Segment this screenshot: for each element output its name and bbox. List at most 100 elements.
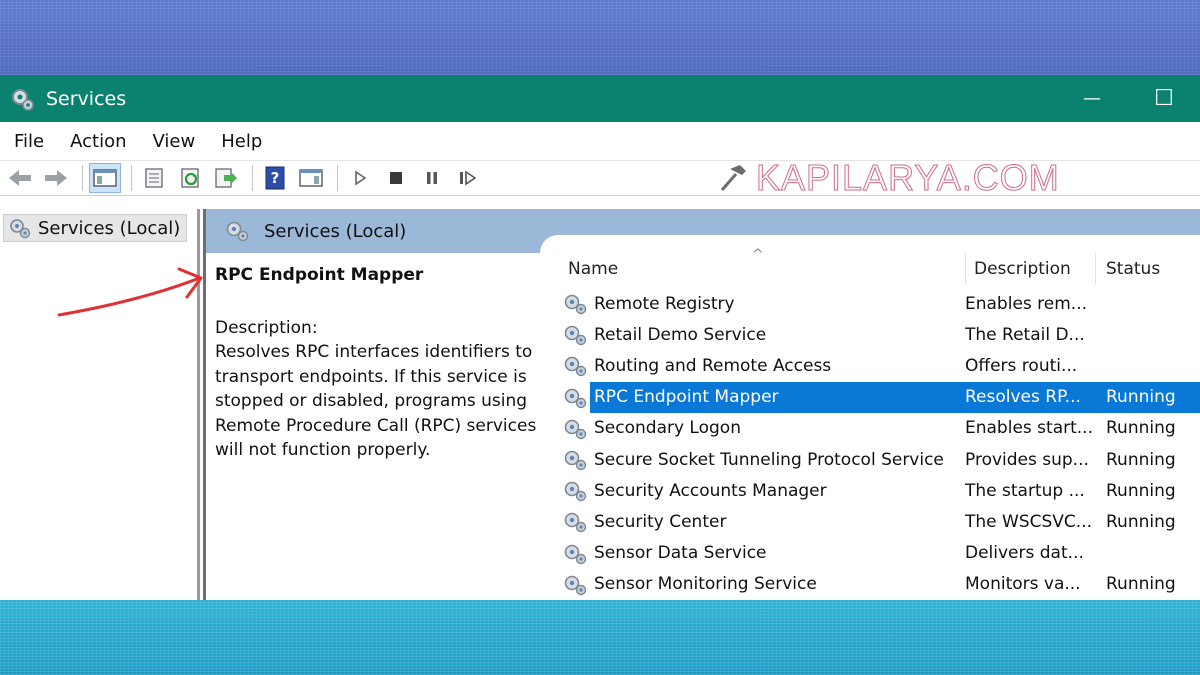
toolbar-separator — [82, 165, 83, 191]
watermark-text: KAPILARYA.COM — [756, 157, 1060, 199]
column-headers: ^ Name Description Status — [540, 247, 1200, 285]
service-row[interactable]: Retail Demo Service The Retail D... — [540, 319, 1200, 350]
minimize-icon: — — [1083, 88, 1101, 109]
show-action-pane-icon — [299, 169, 323, 187]
toolbar-separator — [252, 165, 253, 191]
svg-text:?: ? — [271, 169, 280, 187]
service-description: Provides sup... — [965, 449, 1089, 470]
service-name: RPC Endpoint Mapper — [594, 387, 779, 408]
maximize-icon: ☐ — [1154, 86, 1174, 111]
service-gear-icon — [562, 323, 588, 347]
service-status: Running — [1106, 387, 1176, 408]
hammer-icon — [720, 165, 746, 191]
start-service-icon — [355, 170, 367, 186]
menu-view[interactable]: View — [153, 131, 196, 152]
service-description-panel: RPC Endpoint Mapper Description: Resolve… — [215, 263, 550, 463]
annotation-arrow — [57, 267, 203, 317]
service-status: Running — [1106, 511, 1176, 532]
stop-service-icon — [390, 172, 402, 184]
refresh-icon — [181, 168, 199, 188]
services-gear-icon — [12, 88, 34, 111]
tree-item-services-local[interactable]: Services (Local) — [3, 214, 188, 242]
window-title: Services — [46, 87, 127, 110]
service-name: Remote Registry — [594, 293, 735, 314]
show-console-tree-icon — [93, 169, 117, 187]
service-description: Resolves RP... — [965, 387, 1081, 408]
service-gear-icon — [562, 292, 588, 316]
service-row[interactable]: Security Center The WSCSVC... Running — [540, 506, 1200, 537]
service-description: Enables rem... — [965, 293, 1088, 314]
services-list: ^ Name Description Status Remote Registr… — [540, 235, 1200, 600]
service-name: Routing and Remote Access — [594, 355, 832, 376]
maximize-button[interactable]: ☐ — [1128, 75, 1200, 122]
refresh-button[interactable] — [174, 163, 206, 193]
service-name: Security Accounts Manager — [594, 480, 827, 501]
service-rows: Remote Registry Enables rem... Retail Demo… — [540, 288, 1200, 600]
service-gear-icon — [562, 448, 588, 472]
service-row[interactable]: Remote Registry Enables rem... — [540, 288, 1200, 319]
service-description: The Retail D... — [965, 324, 1085, 345]
service-description: Monitors va... — [965, 574, 1081, 595]
service-gear-icon — [562, 542, 588, 566]
forward-arrow-icon — [45, 170, 67, 186]
service-row[interactable]: Sensor Monitoring Service Monitors va... R… — [540, 569, 1200, 600]
watermark: KAPILARYA.COM — [716, 157, 1060, 199]
service-name: Sensor Monitoring Service — [594, 574, 817, 595]
toolbar-separator — [131, 165, 132, 191]
menu-file[interactable]: File — [14, 131, 44, 152]
forward-button[interactable] — [40, 163, 72, 193]
service-status: Running — [1106, 480, 1176, 501]
minimize-button[interactable]: — — [1056, 75, 1128, 122]
service-name: Retail Demo Service — [594, 324, 767, 345]
back-arrow-icon — [9, 170, 31, 186]
service-description: Offers routi... — [965, 355, 1078, 376]
toolbar: ? KAPILARYA.COM — [0, 157, 1200, 199]
service-gear-icon — [562, 479, 588, 503]
service-row[interactable]: Sensor Data Service Delivers dat... — [540, 538, 1200, 569]
service-status: Running — [1106, 418, 1176, 439]
service-row[interactable]: Security Accounts Manager The startup ...… — [540, 475, 1200, 506]
restart-service-button[interactable] — [452, 163, 484, 193]
export-list-button[interactable] — [210, 163, 242, 193]
service-gear-icon — [562, 354, 588, 378]
column-header-status[interactable]: Status — [1095, 253, 1200, 285]
service-row[interactable]: Routing and Remote Access Offers routi... — [540, 350, 1200, 381]
details-pane: Services (Local) RPC Endpoint Mapper Des… — [203, 209, 1200, 600]
show-console-tree-button[interactable] — [89, 163, 121, 193]
tree-item-label: Services (Local) — [38, 217, 181, 239]
menu-bar: File Action View Help — [0, 122, 1200, 160]
stop-service-button[interactable] — [380, 163, 412, 193]
menu-help[interactable]: Help — [221, 131, 262, 152]
services-window: Services — ☐ File Action View Help ? KAP… — [0, 75, 1200, 600]
show-action-pane-button[interactable] — [295, 163, 327, 193]
service-description: The startup ... — [965, 480, 1085, 501]
services-gear-icon — [226, 221, 249, 242]
services-gear-icon — [10, 219, 31, 239]
service-row[interactable]: Secure Socket Tunneling Protocol Service… — [540, 444, 1200, 475]
help-button[interactable]: ? — [259, 163, 291, 193]
start-service-button[interactable] — [344, 163, 376, 193]
help-icon: ? — [265, 166, 285, 190]
service-gear-icon — [562, 510, 588, 534]
pause-service-button[interactable] — [416, 163, 448, 193]
service-gear-icon — [562, 386, 588, 410]
service-description: The WSCSVC... — [965, 511, 1092, 532]
service-name: Sensor Data Service — [594, 543, 767, 564]
column-header-name[interactable]: Name — [568, 253, 953, 285]
pause-service-icon — [427, 172, 437, 184]
column-header-description[interactable]: Description — [965, 253, 1095, 285]
title-bar: Services — ☐ — [0, 75, 1200, 122]
export-list-icon — [215, 168, 237, 188]
background-bottom — [0, 600, 1200, 675]
properties-button[interactable] — [138, 163, 170, 193]
service-name: Secondary Logon — [594, 418, 741, 439]
description-label: Description: — [215, 317, 318, 338]
description-text: Resolves RPC interfaces identifiers to t… — [215, 342, 537, 460]
menu-action[interactable]: Action — [70, 131, 126, 152]
back-button[interactable] — [4, 163, 36, 193]
service-row[interactable]: RPC Endpoint Mapper Resolves RP... Running — [540, 381, 1200, 413]
service-name: Security Center — [594, 511, 727, 532]
service-gear-icon — [562, 573, 588, 597]
service-status: Running — [1106, 574, 1176, 595]
service-row[interactable]: Secondary Logon Enables start... Running — [540, 413, 1200, 444]
